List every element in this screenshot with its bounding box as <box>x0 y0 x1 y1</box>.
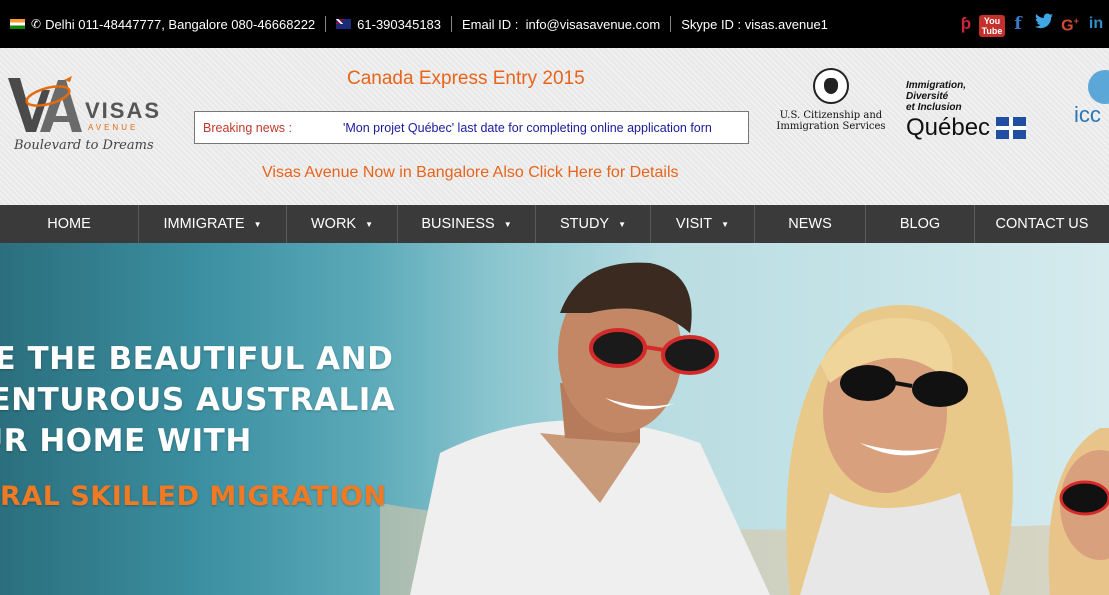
nav-blog-label: BLOG <box>899 216 941 232</box>
breaking-news-ticker: Breaking news : 'Mon projet Québec' last… <box>194 111 749 144</box>
india-flag-icon <box>10 19 25 29</box>
main-nav: HOME IMMIGRATE ▼ WORK ▼ BUSINESS ▼ STUDY ▼ V… <box>0 205 1109 243</box>
facebook-icon[interactable]: f <box>1005 0 1031 48</box>
hero-headline-line2: VENTUROUS AUSTRALIA <box>0 382 396 418</box>
australia-phone: 61-390345183 <box>357 16 442 32</box>
quebec-wordmark: Québec <box>906 114 991 141</box>
phone-icon: ✆ <box>31 17 42 31</box>
skype-label: Skype ID : <box>681 16 742 32</box>
dhs-seal-icon <box>813 68 849 104</box>
skype-id[interactable]: visas.avenue1 <box>745 17 828 32</box>
quebec-line2: Diversité <box>906 91 949 102</box>
caret-down-icon: ▼ <box>503 219 512 229</box>
email-contact: Email ID : info@visasavenue.com <box>451 16 670 32</box>
logo-wordmark: VISAS <box>85 98 162 123</box>
caret-down-icon: ▼ <box>365 219 374 229</box>
skype-contact: Skype ID : visas.avenue1 <box>670 16 838 32</box>
bangalore-promo-link[interactable]: Visas Avenue Now in Bangalore Also Click… <box>262 164 679 182</box>
quebec-line3: et Inclusion <box>906 102 962 113</box>
caret-down-icon: ▼ <box>618 219 627 229</box>
iccrc-wordmark: icc <box>1074 102 1101 127</box>
nav-study[interactable]: STUDY ▼ <box>536 205 651 243</box>
nav-immigrate[interactable]: IMMIGRATE ▼ <box>139 205 287 243</box>
social-links: ƥ You Tube f G+ in <box>953 0 1109 48</box>
linkedin-icon[interactable]: in <box>1083 0 1109 48</box>
uscis-line1: U.S. Citizenship and <box>779 110 883 121</box>
hero-headline-line3: UR HOME WITH <box>0 423 252 459</box>
youtube-icon[interactable]: You Tube <box>979 12 1005 37</box>
google-plus-icon[interactable]: G+ <box>1057 0 1083 51</box>
nav-news-label: NEWS <box>788 216 832 232</box>
quebec-flag-icon <box>996 117 1027 139</box>
hero-subheadline: NERAL SKILLED MIGRATION <box>0 481 387 512</box>
nav-visit[interactable]: VISIT ▼ <box>651 205 755 243</box>
hero-banner[interactable]: KE THE BEAUTIFUL AND VENTUROUS AUSTRALIA… <box>0 243 1109 595</box>
quebec-line1: Immigration, <box>906 80 967 91</box>
nav-visit-label: VISIT <box>675 216 713 232</box>
hero-headline-line1: KE THE BEAUTIFUL AND <box>0 341 394 377</box>
nav-immigrate-label: IMMIGRATE <box>163 216 245 232</box>
nav-business[interactable]: BUSINESS ▼ <box>398 205 536 243</box>
nav-business-label: BUSINESS <box>421 216 495 232</box>
logo-tagline: Boulevard to Dreams <box>14 138 154 153</box>
australia-flag-icon <box>336 19 352 29</box>
hero-photo <box>380 262 1109 595</box>
nav-home-label: HOME <box>47 216 91 232</box>
iccrc-logo: icc <box>1074 70 1109 140</box>
contact-bar: ✆ Delhi 011-48447777, Bangalore 080-4666… <box>0 0 1109 48</box>
nav-blog[interactable]: BLOG <box>866 205 975 243</box>
quebec-immigration-logo: Immigration, Diversité et Inclusion Québ… <box>906 80 1046 142</box>
breaking-news-label: Breaking news : <box>203 120 292 135</box>
australia-contact: 61-390345183 <box>325 16 451 32</box>
india-phones: Delhi 011-48447777, Bangalore 080-466682… <box>45 16 316 32</box>
nav-contact-us-label: CONTACT US <box>995 216 1089 232</box>
caret-down-icon: ▼ <box>721 219 730 229</box>
visas-avenue-logo[interactable]: VISAS AVENUE Boulevard to Dreams <box>0 66 175 161</box>
twitter-icon[interactable] <box>1031 0 1057 48</box>
nav-news[interactable]: NEWS <box>755 205 866 243</box>
nav-work[interactable]: WORK ▼ <box>287 205 398 243</box>
nav-study-label: STUDY <box>559 216 610 232</box>
email-label: Email ID : <box>462 16 519 32</box>
youtube-label: You Tube <box>979 14 1005 37</box>
caret-down-icon: ▼ <box>253 219 262 229</box>
iccrc-mark-icon <box>1088 70 1109 104</box>
email-link[interactable]: info@visasavenue.com <box>526 17 661 32</box>
uscis-line2: Immigration Services <box>776 121 886 132</box>
nav-home[interactable]: HOME <box>0 205 139 243</box>
breaking-news-item[interactable]: 'Mon projet Québec' last date for comple… <box>343 121 712 135</box>
nav-contact-us[interactable]: CONTACT US <box>975 205 1109 243</box>
express-entry-link[interactable]: Canada Express Entry 2015 <box>347 68 585 90</box>
pinterest-icon[interactable]: ƥ <box>953 0 979 48</box>
site-header: VISAS AVENUE Boulevard to Dreams Canada … <box>0 48 1109 205</box>
va-monogram-icon <box>8 76 82 132</box>
india-contact: ✆ Delhi 011-48447777, Bangalore 080-4666… <box>0 16 325 32</box>
nav-work-label: WORK <box>310 216 357 232</box>
uscis-logo: U.S. Citizenship and Immigration Service… <box>776 68 886 140</box>
logo-subword: AVENUE <box>88 123 139 132</box>
